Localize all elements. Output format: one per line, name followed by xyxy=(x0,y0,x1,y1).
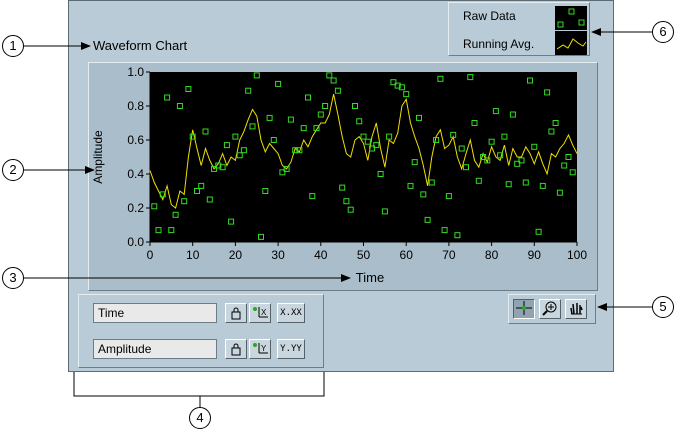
plot-legend[interactable]: Raw Data Running Avg. xyxy=(448,2,590,56)
y-scale-name[interactable]: Amplitude xyxy=(93,339,217,359)
x-tick-label: 70 xyxy=(442,248,456,262)
y-autoscale-icon[interactable]: Y xyxy=(249,339,271,359)
legend-label-raw-data: Raw Data xyxy=(463,9,516,23)
y-tick-label: 0.0 xyxy=(127,235,144,249)
plot-background[interactable] xyxy=(150,72,577,242)
callout-5: 5 xyxy=(652,296,674,318)
square-marker-icon[interactable] xyxy=(555,6,587,30)
callout-6: 6 xyxy=(652,21,674,43)
callout-4: 4 xyxy=(189,407,211,429)
x-tick-label: 20 xyxy=(229,248,243,262)
x-tick-label: 0 xyxy=(147,248,154,262)
pan-hand-icon[interactable] xyxy=(565,299,587,319)
x-tick-label: 100 xyxy=(567,248,587,262)
x-tick-label: 10 xyxy=(186,248,200,262)
svg-text:X: X xyxy=(261,308,267,317)
callout-2: 2 xyxy=(2,159,24,181)
x-axis-label: Time xyxy=(356,270,384,285)
x-tick-label: 60 xyxy=(400,248,414,262)
zoom-icon[interactable] xyxy=(539,299,561,319)
graph-palette xyxy=(508,294,596,324)
cursor-crosshair-icon[interactable] xyxy=(513,299,535,319)
chart-label: Waveform Chart xyxy=(93,38,188,53)
y-tick-label: 0.6 xyxy=(127,133,144,147)
y-axis-label: Amplitude xyxy=(91,130,105,184)
line-trace-icon[interactable] xyxy=(555,31,587,55)
callout-1: 1 xyxy=(2,35,24,57)
x-tick-label: 30 xyxy=(271,248,285,262)
x-tick-label: 90 xyxy=(528,248,542,262)
x-tick-label: 40 xyxy=(314,248,328,262)
lock-icon[interactable] xyxy=(225,303,247,323)
x-scale-name[interactable]: Time xyxy=(93,303,217,323)
callout-3: 3 xyxy=(2,267,24,289)
x-tick-label: 80 xyxy=(485,248,499,262)
y-axis-ticks: 0.0 0.2 0.4 0.6 0.8 1.0 xyxy=(127,65,150,249)
svg-text:Y: Y xyxy=(261,344,267,353)
y-format-button[interactable]: Y.YY xyxy=(277,339,305,359)
y-tick-label: 1.0 xyxy=(127,65,144,79)
lock-icon[interactable] xyxy=(225,339,247,359)
x-tick-label: 50 xyxy=(357,248,371,262)
plot-area[interactable]: 0.0 0.2 0.4 0.6 0.8 1.0 0 10 20 30 40 50 60 70 80 90 10… xyxy=(88,62,598,291)
x-autoscale-icon[interactable]: X xyxy=(249,303,271,323)
x-axis-ticks: 0 10 20 30 40 50 60 70 80 90 100 xyxy=(147,242,587,262)
x-format-button[interactable]: X.XX xyxy=(277,303,305,323)
scale-legend: Time X X.XX Amplitude Y Y.YY xyxy=(78,294,324,368)
legend-label-running-avg: Running Avg. xyxy=(463,37,535,51)
y-tick-label: 0.8 xyxy=(127,99,144,113)
y-tick-label: 0.4 xyxy=(127,167,144,181)
y-tick-label: 0.2 xyxy=(127,201,144,215)
